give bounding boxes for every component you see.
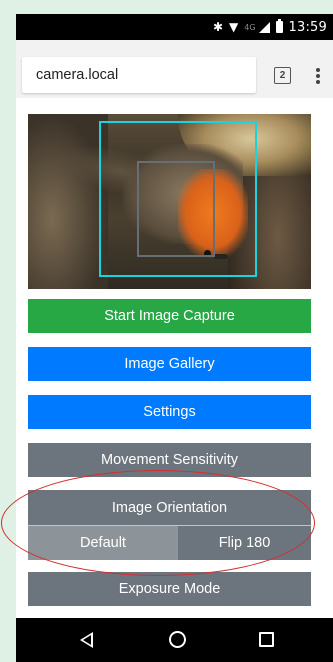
exposure-mode-button[interactable]: Exposure Mode — [28, 572, 311, 606]
movement-sensitivity-button[interactable]: Movement Sensitivity — [28, 443, 311, 477]
status-time: 13:59 — [288, 19, 327, 35]
bluetooth-icon: ✱ — [212, 20, 223, 34]
status-bar: ✱ ▼ 4G 13:59 — [16, 14, 333, 40]
recents-icon[interactable] — [259, 632, 274, 647]
page-content: Start Image Capture Image Gallery Settin… — [16, 98, 333, 618]
navigation-bar — [16, 618, 333, 662]
detection-box-inner — [137, 161, 215, 257]
image-orientation-button[interactable]: Image Orientation — [28, 490, 311, 526]
signal-icon — [258, 21, 270, 33]
home-icon[interactable] — [169, 631, 186, 648]
phone-screen: ✱ ▼ 4G 13:59 camera.local 2 Start Image … — [16, 14, 333, 662]
browser-toolbar: camera.local 2 — [16, 40, 333, 98]
tab-switcher-icon[interactable]: 2 — [274, 67, 291, 84]
battery-icon — [275, 19, 283, 33]
camera-preview — [28, 114, 311, 289]
status-icons: ✱ ▼ 4G 13:59 — [213, 18, 327, 36]
orientation-default-option[interactable]: Default — [28, 526, 178, 560]
start-image-capture-button[interactable]: Start Image Capture — [28, 299, 311, 333]
image-gallery-button[interactable]: Image Gallery — [28, 347, 311, 381]
wifi-icon: ▼ — [229, 20, 239, 34]
orientation-flip-option[interactable]: Flip 180 — [178, 526, 311, 560]
menu-icon[interactable] — [312, 66, 324, 86]
settings-button[interactable]: Settings — [28, 395, 311, 429]
tab-count: 2 — [279, 70, 286, 81]
address-bar[interactable]: camera.local — [22, 57, 256, 93]
network-type: 4G — [244, 22, 256, 32]
back-icon[interactable] — [80, 632, 93, 648]
url-text: camera.local — [36, 67, 119, 83]
image-orientation-group: Image Orientation Default Flip 180 — [28, 490, 311, 560]
